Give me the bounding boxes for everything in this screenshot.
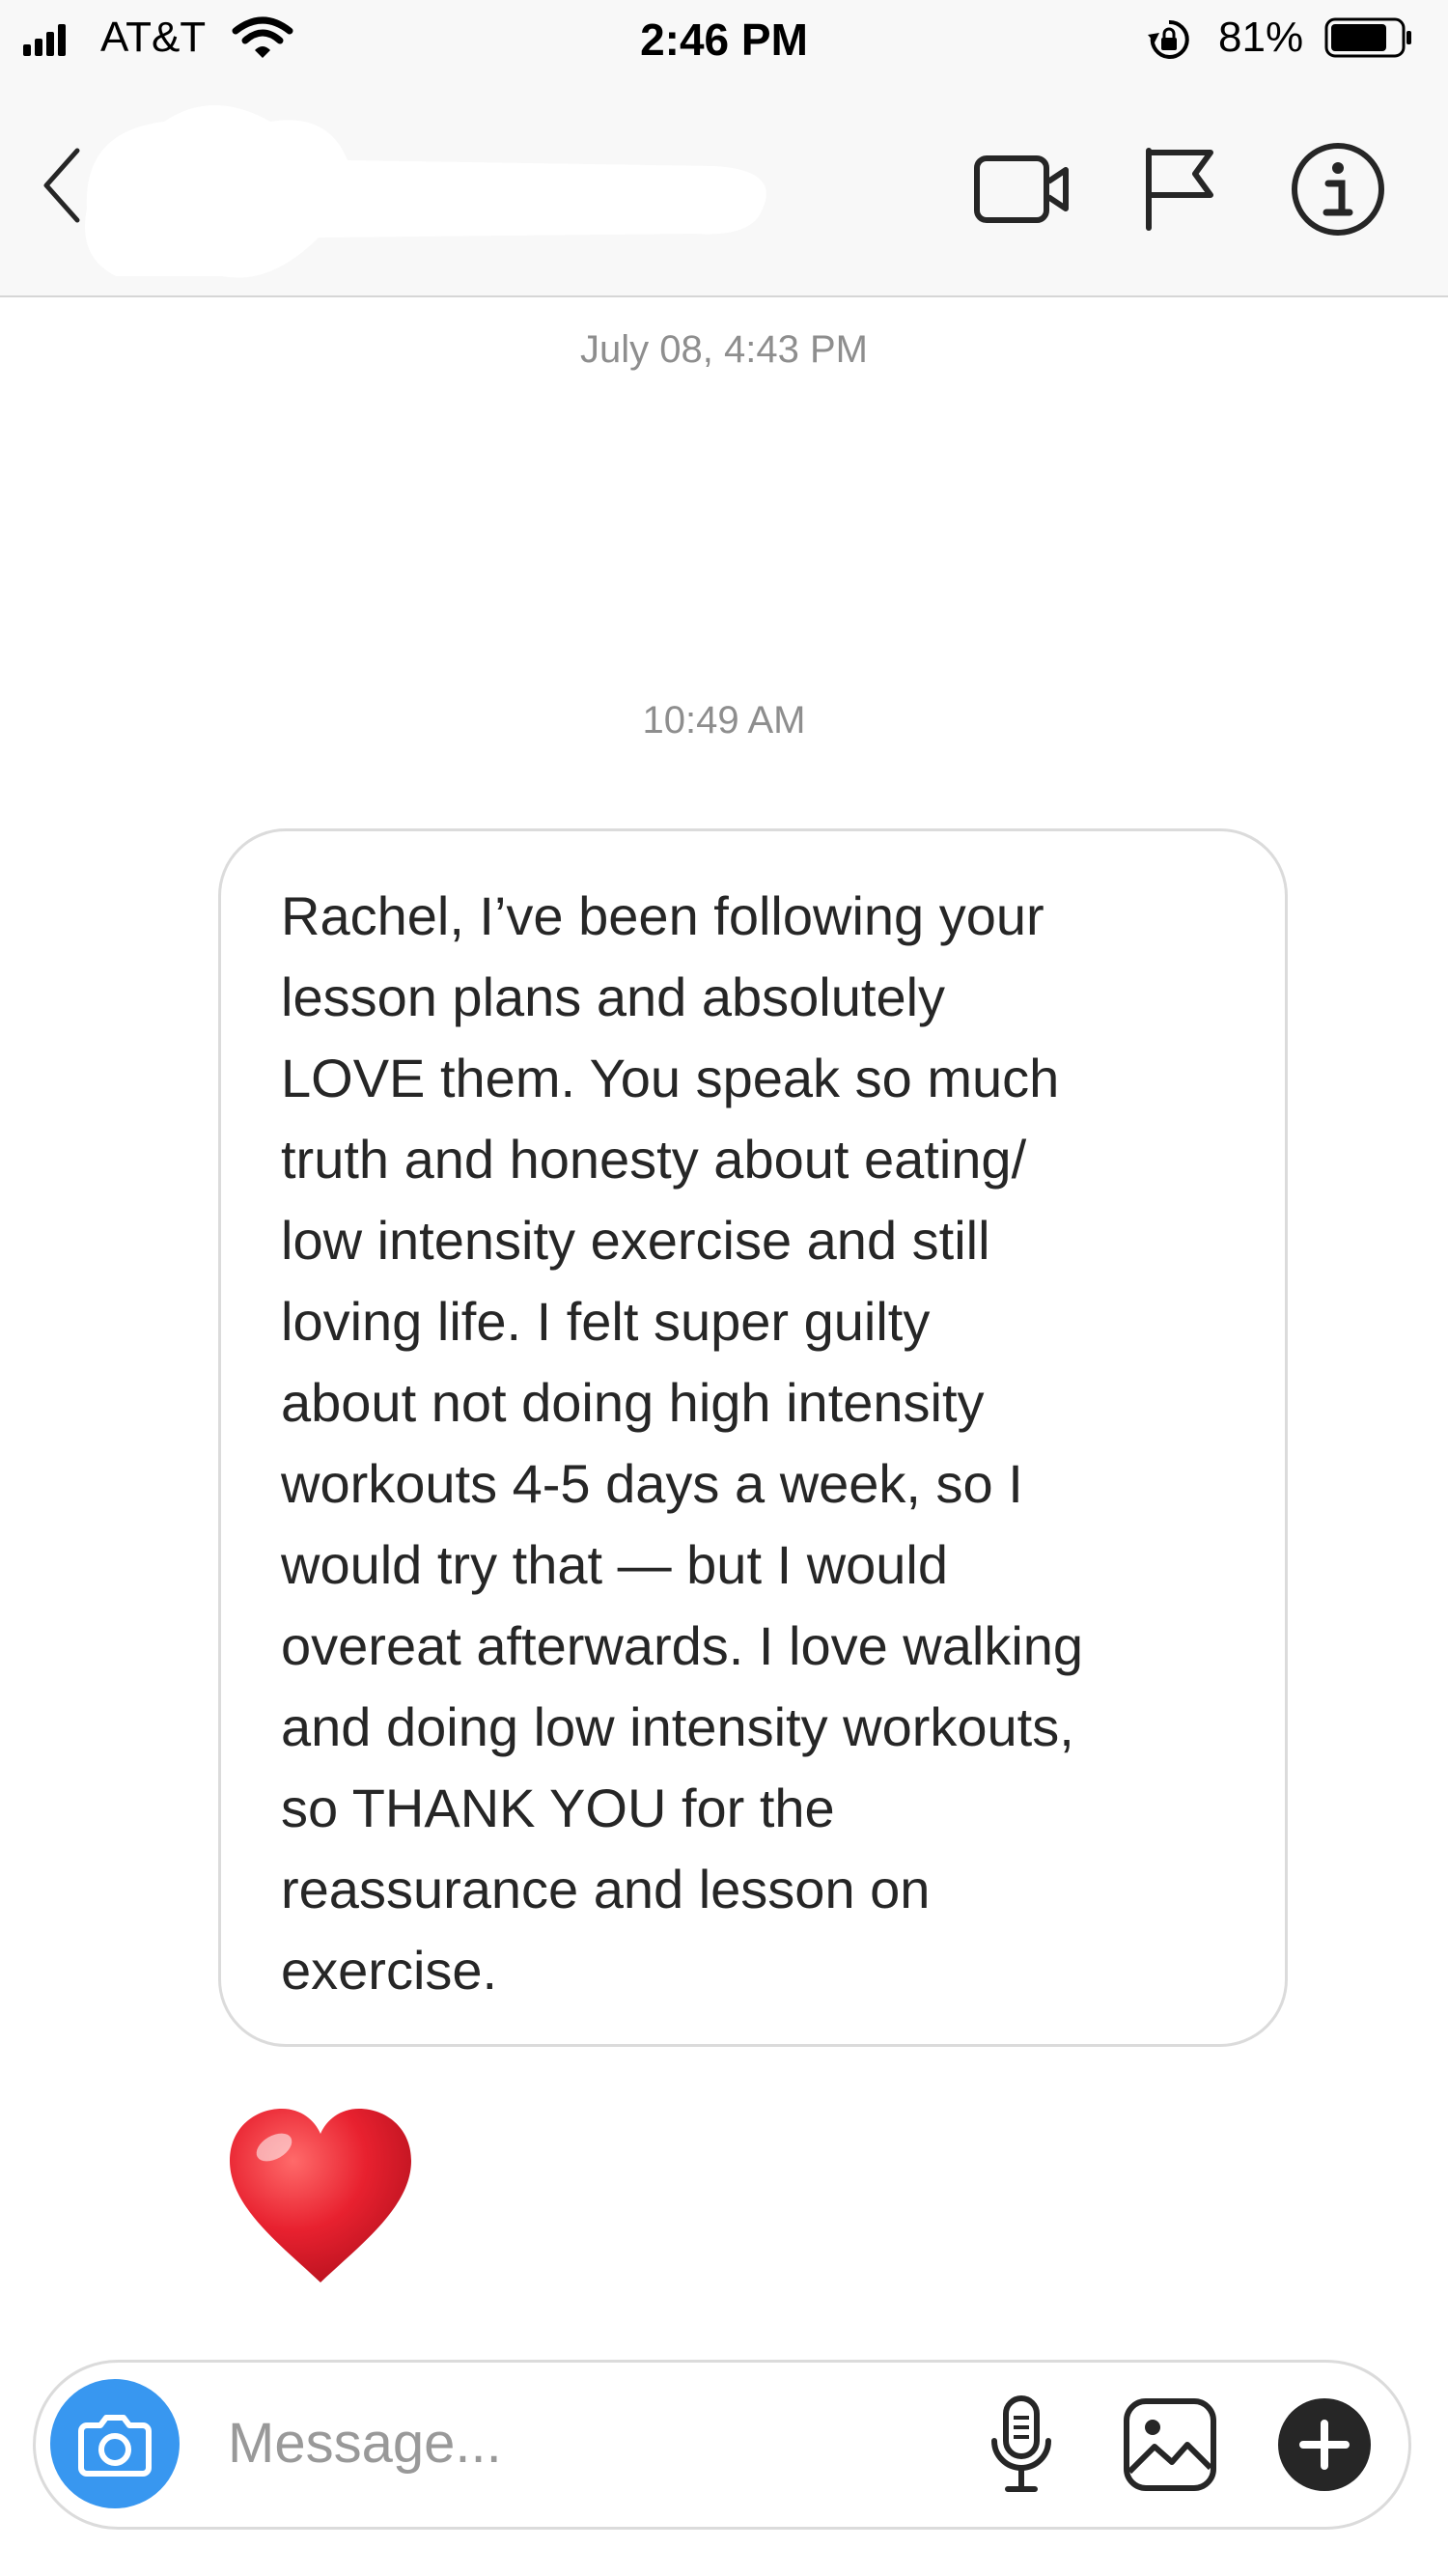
message-line: exercise. xyxy=(281,1940,498,2001)
flag-icon[interactable] xyxy=(1141,145,1216,232)
battery-percent: 81% xyxy=(1218,14,1304,61)
info-icon[interactable] xyxy=(1290,141,1386,238)
gallery-icon[interactable] xyxy=(1122,2396,1218,2493)
timestamp: July 08, 4:43 PM xyxy=(580,328,868,371)
video-camera-icon[interactable] xyxy=(973,151,1072,228)
redacted-username xyxy=(85,105,766,278)
message-line: loving life. I felt super guilty xyxy=(281,1291,931,1352)
message-line: Rachel, I’ve been following your xyxy=(281,885,1044,946)
message-input[interactable] xyxy=(228,2404,961,2481)
camera-icon xyxy=(78,2415,152,2477)
rotation-lock-icon xyxy=(1148,19,1189,59)
message-line: about not doing high intensity xyxy=(281,1372,985,1433)
message-line: and doing low intensity workouts, xyxy=(281,1696,1074,1757)
message-line: reassurance and lesson on xyxy=(281,1859,931,1919)
message-line: overeat afterwards. I love walking xyxy=(281,1615,1084,1676)
plus-icon[interactable] xyxy=(1276,2396,1373,2493)
message-line: would try that — but I would xyxy=(281,1534,949,1595)
message-line: LOVE them. You speak so much xyxy=(281,1048,1060,1108)
microphone-icon[interactable] xyxy=(987,2394,1056,2495)
message-bubble[interactable]: Rachel, I’ve been following your lesson … xyxy=(218,828,1288,2047)
message-line: low intensity exercise and still xyxy=(281,1210,990,1271)
heart-reaction-icon[interactable] xyxy=(224,2101,417,2294)
message-line: lesson plans and absolutely xyxy=(281,966,946,1027)
message-line: truth and honesty about eating/ xyxy=(281,1129,1027,1190)
timestamp: 10:49 AM xyxy=(642,699,806,742)
message-line: workouts 4-5 days a week, so I xyxy=(281,1453,1023,1514)
camera-button[interactable] xyxy=(50,2379,180,2508)
message-line: so THANK YOU for the xyxy=(281,1778,835,1838)
battery-icon xyxy=(1324,17,1411,58)
